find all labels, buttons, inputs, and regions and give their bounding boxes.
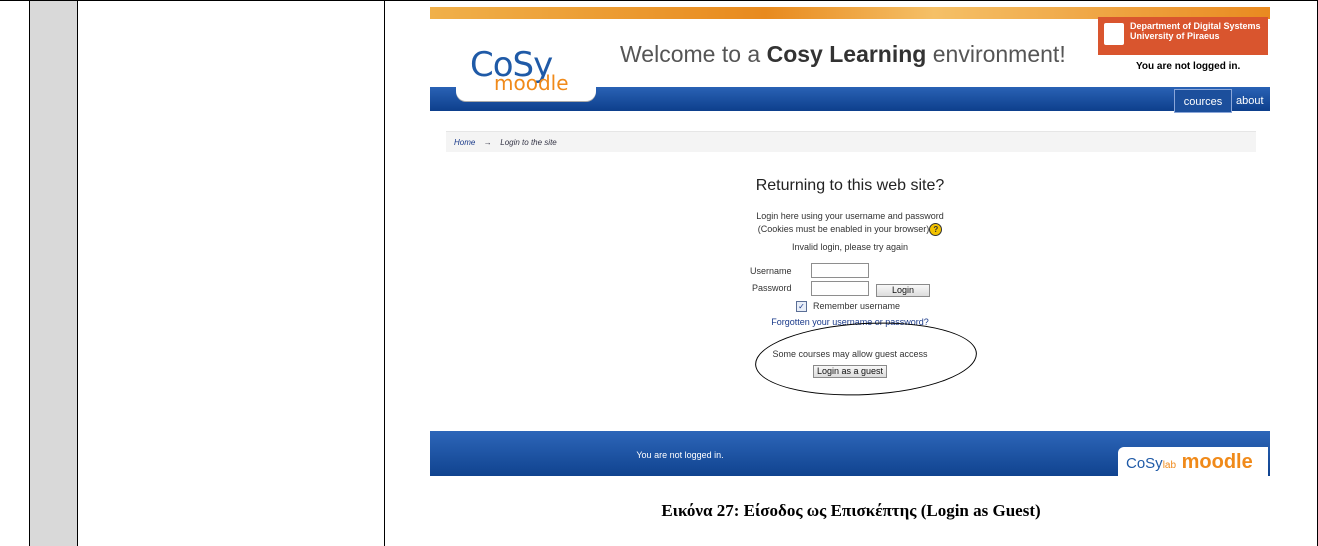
footer-moodle-logo: moodle <box>1181 451 1253 473</box>
table-border <box>29 0 30 546</box>
university-name: University of Piraeus <box>1130 31 1220 41</box>
login-button[interactable]: Login <box>876 284 930 297</box>
login-instructions: Login here using your username and passw… <box>756 211 944 221</box>
password-label: Password <box>752 283 792 293</box>
footer-cosylab-logo: CoSy <box>1126 455 1163 472</box>
table-top-border <box>0 0 1318 1</box>
moodle-login-screenshot: CoSy moodle Welcome to a Cosy Learning e… <box>430 7 1270 476</box>
breadcrumb-separator: → <box>483 138 492 147</box>
table-border <box>77 0 78 546</box>
table-border <box>384 0 385 546</box>
dept-name: Department of Digital Systems <box>1130 21 1261 31</box>
table-shaded-column <box>29 0 77 546</box>
university-emblem-icon <box>1104 23 1124 45</box>
username-input[interactable] <box>811 263 869 278</box>
password-input[interactable] <box>811 281 869 296</box>
nav-about-tab[interactable]: about <box>1236 89 1264 113</box>
remember-username-label: Remember username <box>813 301 901 311</box>
department-banner[interactable]: Department of Digital Systems University… <box>1098 17 1268 55</box>
footer-login-status: You are not logged in. <box>636 450 724 460</box>
footer-logo[interactable]: CoSylab moodle <box>1118 447 1268 476</box>
cookies-notice: (Cookies must be enabled in your browser… <box>430 223 1270 236</box>
figure-caption: Εικόνα 27: Είσοδος ως Επισκέπτης (Login … <box>661 501 1041 520</box>
breadcrumb-home-link[interactable]: Home <box>454 138 475 147</box>
login-status: You are not logged in. <box>1136 61 1241 72</box>
username-label: Username <box>750 266 792 276</box>
logo-moodle-text: moodle <box>494 71 569 95</box>
login-title: Returning to this web site? <box>755 177 945 194</box>
help-icon[interactable]: ? <box>929 223 943 236</box>
breadcrumb-current: Login to the site <box>500 138 557 147</box>
highlight-ellipse <box>753 317 979 401</box>
welcome-heading: Welcome to a Cosy Learning environment! <box>620 41 1066 67</box>
remember-username-checkbox[interactable]: ✓ <box>796 301 807 312</box>
breadcrumb: Home → Login to the site <box>446 131 1256 152</box>
nav-courses-tab[interactable]: cources <box>1174 89 1232 113</box>
login-error: Invalid login, please try again <box>791 242 909 252</box>
